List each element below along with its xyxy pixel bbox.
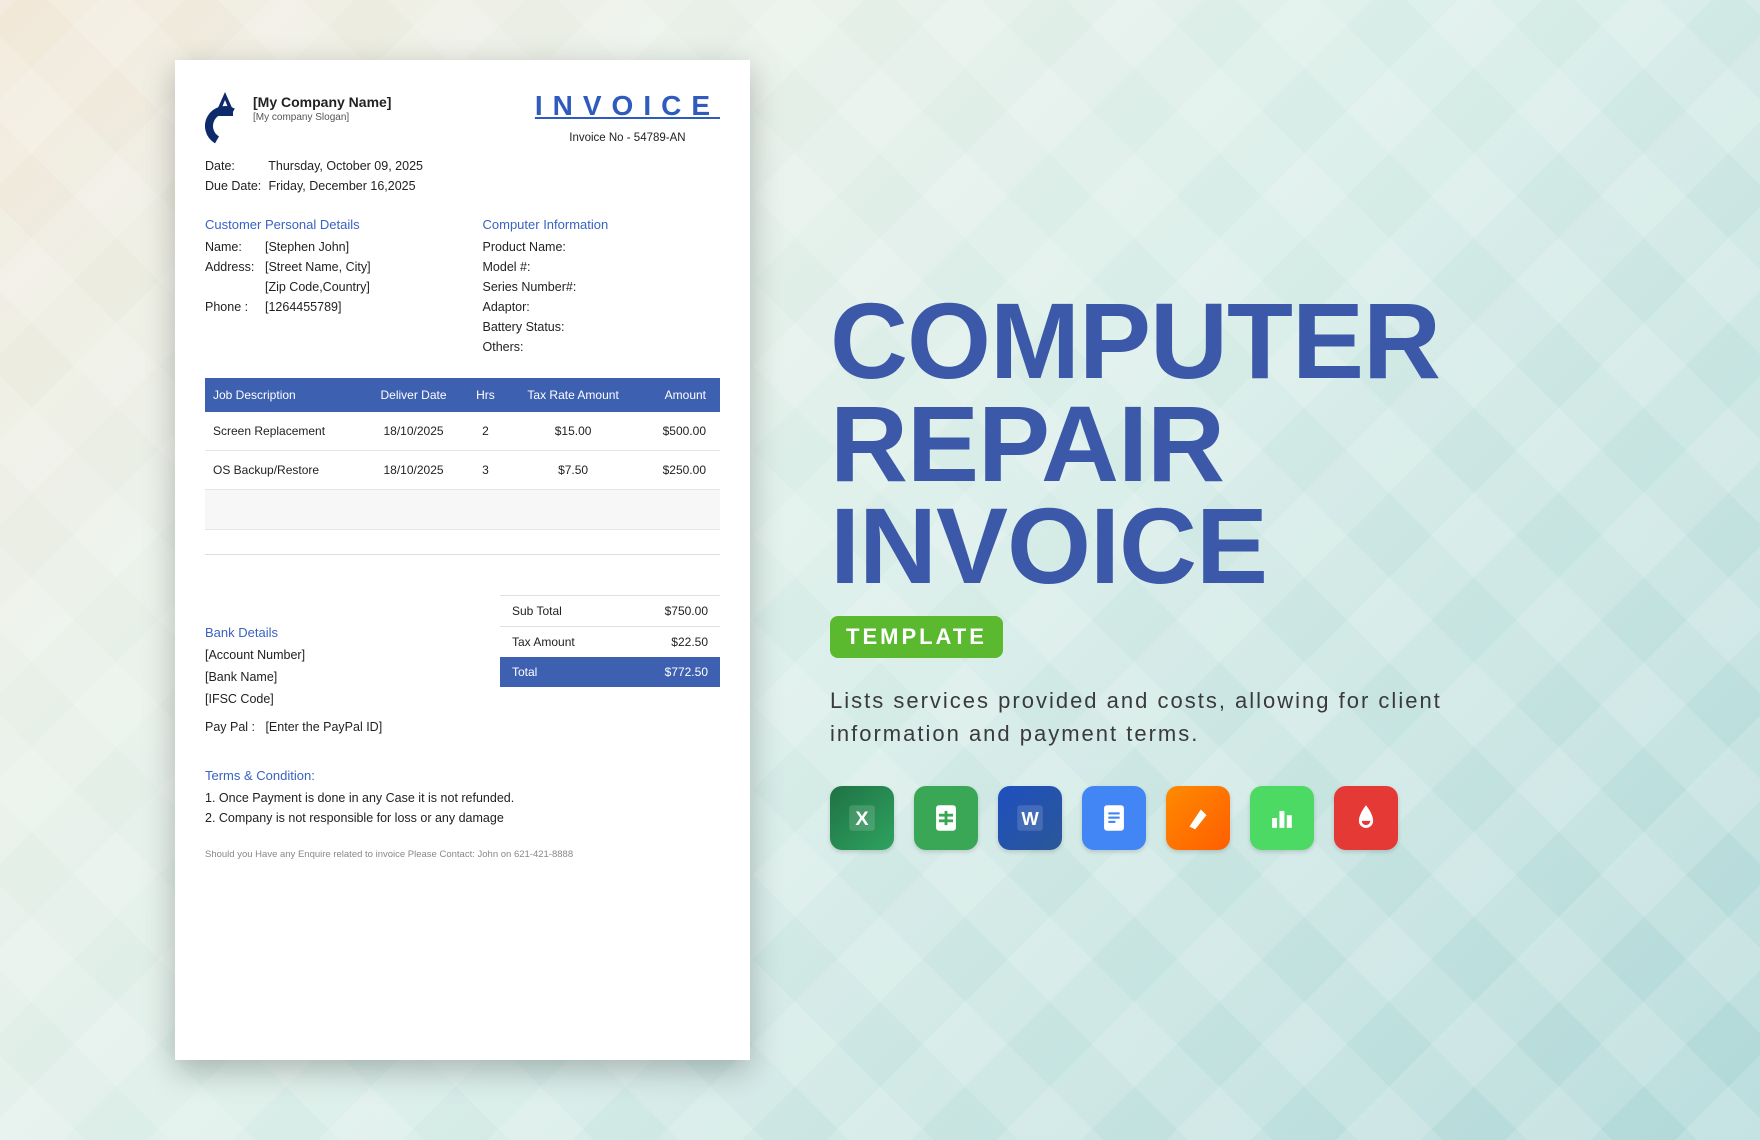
pages-icon[interactable]: [1166, 786, 1230, 850]
comp-others-label: Others:: [483, 340, 593, 354]
th-amount: Amount: [639, 378, 720, 412]
cell-hrs: 3: [464, 451, 507, 490]
date-value: Thursday, October 09, 2025: [268, 159, 423, 173]
google-docs-icon[interactable]: [1082, 786, 1146, 850]
table-header-row: Job Description Deliver Date Hrs Tax Rat…: [205, 378, 720, 412]
cust-address-label: Address:: [205, 260, 265, 274]
table-row: Screen Replacement 18/10/2025 2 $15.00 $…: [205, 412, 720, 451]
cust-name-label: Name:: [205, 240, 265, 254]
cell-tax: $15.00: [507, 412, 639, 451]
numbers-icon[interactable]: [1250, 786, 1314, 850]
cust-address-line2: [Zip Code,Country]: [265, 280, 370, 294]
bank-account: [Account Number]: [205, 648, 500, 662]
comp-battery-label: Battery Status:: [483, 320, 593, 334]
comp-series-label: Series Number#:: [483, 280, 593, 294]
cust-name-value: [Stephen John]: [265, 240, 349, 254]
divider: [205, 554, 720, 555]
excel-icon[interactable]: X: [830, 786, 894, 850]
cell-desc: Screen Replacement: [205, 412, 363, 451]
cell-amount: $500.00: [639, 412, 720, 451]
table-gap-row: [205, 490, 720, 530]
cell-date: 18/10/2025: [363, 451, 464, 490]
term-item: 2. Company is not responsible for loss o…: [205, 811, 720, 825]
template-badge: TEMPLATE: [830, 616, 1003, 658]
cell-hrs: 2: [464, 412, 507, 451]
th-desc: Job Description: [205, 378, 363, 412]
terms-heading: Terms & Condition:: [205, 768, 720, 783]
subtotal-label: Sub Total: [512, 604, 562, 618]
computer-heading: Computer Information: [483, 217, 721, 232]
th-tax: Tax Rate Amount: [507, 378, 639, 412]
th-hrs: Hrs: [464, 378, 507, 412]
comp-model-label: Model #:: [483, 260, 593, 274]
company-slogan: [My company Slogan]: [253, 112, 391, 123]
total-value: $772.50: [665, 665, 708, 679]
tax-label: Tax Amount: [512, 635, 575, 649]
bank-heading: Bank Details: [205, 625, 500, 640]
footer-note: Should you Have any Enquire related to i…: [205, 849, 720, 860]
invoice-sheet: [My Company Name] [My company Slogan] IN…: [175, 60, 750, 1060]
bank-ifsc: [IFSC Code]: [205, 692, 500, 706]
company-logo-icon: [205, 90, 245, 145]
cust-phone-label: Phone :: [205, 300, 265, 314]
total-label: Total: [512, 665, 537, 679]
company-name: [My Company Name]: [253, 94, 391, 110]
comp-product-label: Product Name:: [483, 240, 593, 254]
google-sheets-icon[interactable]: [914, 786, 978, 850]
paypal-value: [Enter the PayPal ID]: [265, 720, 382, 734]
paypal-label: Pay Pal :: [205, 720, 255, 734]
totals-block: Sub Total $750.00 Tax Amount $22.50 Tota…: [500, 595, 720, 742]
customer-heading: Customer Personal Details: [205, 217, 443, 232]
cell-amount: $250.00: [639, 451, 720, 490]
word-icon[interactable]: W: [998, 786, 1062, 850]
items-table: Job Description Deliver Date Hrs Tax Rat…: [205, 378, 720, 530]
promo-title: Computer Repair Invoice: [830, 290, 1590, 598]
format-icons-row: X W: [830, 786, 1590, 850]
date-label: Date:: [205, 159, 265, 173]
cell-date: 18/10/2025: [363, 412, 464, 451]
cust-phone-value: [1264455789]: [265, 300, 341, 314]
invoice-number: Invoice No - 54789-AN: [535, 132, 720, 144]
promo-title-line2: Repair Invoice: [830, 383, 1267, 607]
cell-desc: OS Backup/Restore: [205, 451, 363, 490]
th-date: Deliver Date: [363, 378, 464, 412]
invoice-title: INVOICE: [535, 90, 720, 122]
cust-address-line1: [Street Name, City]: [265, 260, 371, 274]
subtotal-value: $750.00: [665, 604, 708, 618]
tax-value: $22.50: [671, 635, 708, 649]
bank-name: [Bank Name]: [205, 670, 500, 684]
svg-text:W: W: [1021, 808, 1039, 829]
dates-block: Date: Thursday, October 09, 2025 Due Dat…: [205, 159, 720, 193]
comp-adaptor-label: Adaptor:: [483, 300, 593, 314]
promo-description: Lists services provided and costs, allow…: [830, 684, 1510, 750]
promo-panel: Computer Repair Invoice TEMPLATE Lists s…: [830, 290, 1590, 850]
table-row: OS Backup/Restore 18/10/2025 3 $7.50 $25…: [205, 451, 720, 490]
due-date-label: Due Date:: [205, 179, 265, 193]
due-date-value: Friday, December 16,2025: [268, 179, 415, 193]
svg-text:X: X: [855, 808, 869, 830]
term-item: 1. Once Payment is done in any Case it i…: [205, 791, 720, 805]
cell-tax: $7.50: [507, 451, 639, 490]
pdf-icon[interactable]: [1334, 786, 1398, 850]
